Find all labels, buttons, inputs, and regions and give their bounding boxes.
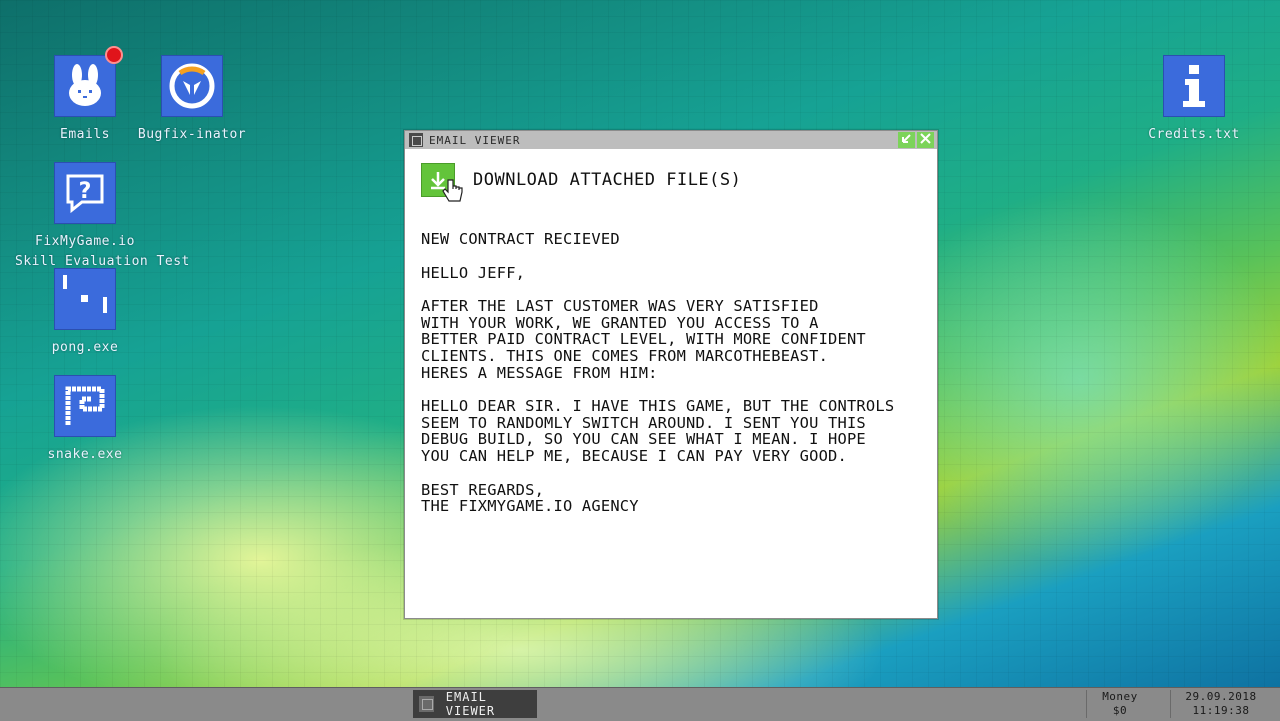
money-label: Money [1102, 690, 1138, 703]
credits-label: Credits.txt [1148, 127, 1240, 142]
pong-icon [54, 268, 116, 330]
pong-label: pong.exe [51, 340, 119, 355]
hand-cursor-icon [442, 178, 464, 210]
download-icon [421, 163, 463, 202]
credits-desktop-icon[interactable]: Credits.txt [1124, 55, 1264, 145]
money-display: Money $0 [1086, 690, 1153, 718]
window-title: EMAIL VIEWER [429, 133, 521, 147]
pong-desktop-icon[interactable]: pong.exe [15, 268, 155, 358]
minimize-icon [902, 134, 911, 143]
email-paragraph: HELLO DEAR SIR. I HAVE THIS GAME, BUT TH… [421, 397, 895, 465]
clock-display: 29.09.2018 11:19:38 [1170, 690, 1271, 718]
date-text: 29.09.2018 [1185, 690, 1257, 703]
minimize-button[interactable] [898, 132, 915, 148]
close-button[interactable] [917, 132, 934, 148]
time-text: 11:19:38 [1192, 704, 1250, 717]
snake-label: snake.exe [47, 447, 123, 462]
email-signoff: BEST REGARDS, THE FIXMYGAME.IO AGENCY [421, 480, 639, 516]
download-label: DOWNLOAD ATTACHED FILE(S) [473, 170, 742, 190]
notification-badge [105, 46, 123, 64]
fixmygame-test-desktop-icon[interactable]: ? FixMyGame.io Skill Evaluation Test [15, 162, 190, 272]
download-attachments-button[interactable]: DOWNLOAD ATTACHED FILE(S) [421, 163, 742, 202]
window-titlebar[interactable]: EMAIL VIEWER [405, 131, 937, 149]
email-viewer-window: EMAIL VIEWER DOWNLOAD ATTACHED FILE(S) N… [404, 130, 938, 619]
bugfix-inator-label: Bugfix-inator [137, 127, 247, 142]
app-icon [419, 696, 434, 712]
snake-icon [54, 375, 116, 437]
fixmygame-test-label: FixMyGame.io Skill Evaluation Test [15, 234, 190, 269]
email-paragraph: AFTER THE LAST CUSTOMER WAS VERY SATISFI… [421, 297, 866, 382]
email-subject: NEW CONTRACT RECIEVED [421, 230, 620, 248]
bunny-icon [54, 46, 123, 117]
money-value: $0 [1112, 704, 1128, 717]
snake-desktop-icon[interactable]: snake.exe [15, 375, 155, 465]
app-icon [409, 133, 423, 147]
email-body: NEW CONTRACT RECIEVED HELLO JEFF, AFTER … [421, 231, 927, 532]
taskbar: EMAIL VIEWER Money $0 29.09.2018 11:19:3… [0, 687, 1280, 721]
help-bubble-icon: ? [54, 162, 116, 224]
info-icon [1163, 55, 1225, 117]
svg-text:?: ? [79, 179, 92, 204]
overwatch-logo-icon [161, 55, 223, 117]
taskbar-item-label: EMAIL VIEWER [445, 690, 496, 718]
close-icon [920, 133, 931, 144]
bugfix-inator-desktop-icon[interactable]: Bugfix-inator [122, 55, 262, 145]
taskbar-email-viewer-button[interactable]: EMAIL VIEWER [413, 690, 537, 718]
email-greeting: HELLO JEFF, [421, 263, 526, 282]
